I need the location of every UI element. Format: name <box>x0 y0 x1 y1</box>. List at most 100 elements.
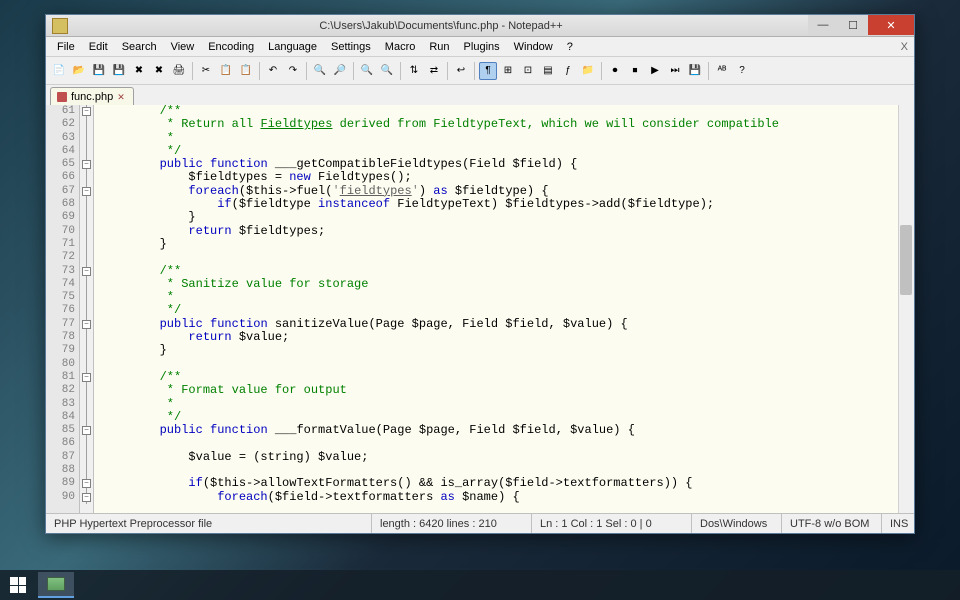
code-line[interactable]: foreach($field->textformatters as $name)… <box>102 491 914 504</box>
code-line[interactable]: } <box>102 238 914 251</box>
code-line[interactable]: $fieldtypes = new Fieldtypes(); <box>102 171 914 184</box>
menu-language[interactable]: Language <box>261 39 324 55</box>
save-macro-icon[interactable]: 💾 <box>686 62 704 80</box>
close-button[interactable]: ✕ <box>868 15 914 35</box>
code-line[interactable]: return $fieldtypes; <box>102 225 914 238</box>
menu-search[interactable]: Search <box>115 39 164 55</box>
code-line[interactable]: * <box>102 398 914 411</box>
code-line[interactable] <box>102 251 914 264</box>
fold-toggle-icon[interactable]: − <box>82 493 91 502</box>
stop-icon[interactable]: ⏹ <box>626 62 644 80</box>
fold-toggle-icon[interactable]: − <box>82 160 91 169</box>
code-line[interactable] <box>102 464 914 477</box>
fold-toggle-icon[interactable]: − <box>82 267 91 276</box>
code-line[interactable]: if($this->allowTextFormatters() && is_ar… <box>102 477 914 490</box>
replace-icon[interactable]: 🔎 <box>331 62 349 80</box>
menu-run[interactable]: Run <box>422 39 456 55</box>
menu-file[interactable]: File <box>50 39 82 55</box>
fold-toggle-icon[interactable]: − <box>82 187 91 196</box>
code-line[interactable]: */ <box>102 304 914 317</box>
code-line[interactable]: /** <box>102 105 914 118</box>
close-icon[interactable]: ✖ <box>130 62 148 80</box>
maximize-button[interactable]: ☐ <box>838 15 868 35</box>
code-line[interactable]: */ <box>102 411 914 424</box>
tab-func-php[interactable]: func.php ✕ <box>50 87 134 105</box>
tab-close-icon[interactable]: ✕ <box>117 92 127 102</box>
titlebar[interactable]: C:\Users\Jakub\Documents\func.php - Note… <box>46 15 914 37</box>
code-line[interactable]: * Return all Fieldtypes derived from Fie… <box>102 118 914 131</box>
line-number: 69 <box>46 211 75 224</box>
fold-toggle-icon[interactable]: − <box>82 320 91 329</box>
wrap-icon[interactable]: ↩ <box>452 62 470 80</box>
fold-margin[interactable]: − − − − − − − − − <box>80 105 94 513</box>
code-line[interactable] <box>102 358 914 371</box>
code-line[interactable]: /** <box>102 265 914 278</box>
folder-icon[interactable]: 📁 <box>579 62 597 80</box>
minimize-button[interactable]: — <box>808 15 838 35</box>
code-line[interactable]: $value = (string) $value; <box>102 451 914 464</box>
code-line[interactable]: /** <box>102 371 914 384</box>
status-position: Ln : 1 Col : 1 Sel : 0 | 0 <box>532 514 692 533</box>
spell-icon[interactable]: ᴬᴮ <box>713 62 731 80</box>
play-icon[interactable]: ▶ <box>646 62 664 80</box>
code-line[interactable]: } <box>102 211 914 224</box>
code-line[interactable]: public function ___formatValue(Page $pag… <box>102 424 914 437</box>
copy-icon[interactable]: 📋 <box>217 62 235 80</box>
zoom-in-icon[interactable]: 🔍 <box>358 62 376 80</box>
vertical-scrollbar[interactable] <box>898 105 914 513</box>
code-content[interactable]: /** * Return all Fieldtypes derived from… <box>94 105 914 513</box>
line-number: 73 <box>46 265 75 278</box>
play-multi-icon[interactable]: ⏭ <box>666 62 684 80</box>
new-icon[interactable]: 📄 <box>50 62 68 80</box>
code-line[interactable]: * <box>102 132 914 145</box>
menu-settings[interactable]: Settings <box>324 39 378 55</box>
code-line[interactable]: public function sanitizeValue(Page $page… <box>102 318 914 331</box>
func-list-icon[interactable]: ƒ <box>559 62 577 80</box>
fold-toggle-icon[interactable]: − <box>82 373 91 382</box>
code-line[interactable]: } <box>102 344 914 357</box>
taskbar-app-notepadpp[interactable] <box>38 572 74 598</box>
scrollbar-thumb[interactable] <box>900 225 912 295</box>
undo-icon[interactable]: ↶ <box>264 62 282 80</box>
start-button[interactable] <box>0 570 36 600</box>
record-icon[interactable]: ⏺ <box>606 62 624 80</box>
menu-macro[interactable]: Macro <box>378 39 423 55</box>
sync-v-icon[interactable]: ⇅ <box>405 62 423 80</box>
code-line[interactable]: * Format value for output <box>102 384 914 397</box>
menu-plugins[interactable]: Plugins <box>457 39 507 55</box>
editor[interactable]: 6162636465666768697071727374757677787980… <box>46 105 914 513</box>
sync-h-icon[interactable]: ⇄ <box>425 62 443 80</box>
code-line[interactable]: * <box>102 291 914 304</box>
find-icon[interactable]: 🔍 <box>311 62 329 80</box>
code-line[interactable]: foreach($this->fuel('fieldtypes') as $fi… <box>102 185 914 198</box>
paste-icon[interactable]: 📋 <box>237 62 255 80</box>
code-line[interactable] <box>102 437 914 450</box>
save-icon[interactable]: 💾 <box>90 62 108 80</box>
menubar-close-icon[interactable]: X <box>901 41 908 53</box>
menu-edit[interactable]: Edit <box>82 39 115 55</box>
fold-toggle-icon[interactable]: − <box>82 426 91 435</box>
doc-map-icon[interactable]: ▤ <box>539 62 557 80</box>
menu-view[interactable]: View <box>164 39 202 55</box>
code-line[interactable]: */ <box>102 145 914 158</box>
open-icon[interactable]: 📂 <box>70 62 88 80</box>
redo-icon[interactable]: ↷ <box>284 62 302 80</box>
code-line[interactable]: * Sanitize value for storage <box>102 278 914 291</box>
fold-toggle-icon[interactable]: − <box>82 479 91 488</box>
fold-toggle-icon[interactable]: − <box>82 107 91 116</box>
menu-encoding[interactable]: Encoding <box>201 39 261 55</box>
menu-help[interactable]: ? <box>560 39 580 55</box>
about-icon[interactable]: ? <box>733 62 751 80</box>
indent-guide-icon[interactable]: ⊞ <box>499 62 517 80</box>
print-icon[interactable]: 🖨 <box>170 62 188 80</box>
close-all-icon[interactable]: ✖ <box>150 62 168 80</box>
udl-icon[interactable]: ⊡ <box>519 62 537 80</box>
code-line[interactable]: return $value; <box>102 331 914 344</box>
zoom-out-icon[interactable]: 🔍 <box>378 62 396 80</box>
code-line[interactable]: if($fieldtype instanceof FieldtypeText) … <box>102 198 914 211</box>
cut-icon[interactable]: ✂ <box>197 62 215 80</box>
show-all-icon[interactable]: ¶ <box>479 62 497 80</box>
save-all-icon[interactable]: 💾 <box>110 62 128 80</box>
code-line[interactable]: public function ___getCompatibleFieldtyp… <box>102 158 914 171</box>
menu-window[interactable]: Window <box>507 39 560 55</box>
